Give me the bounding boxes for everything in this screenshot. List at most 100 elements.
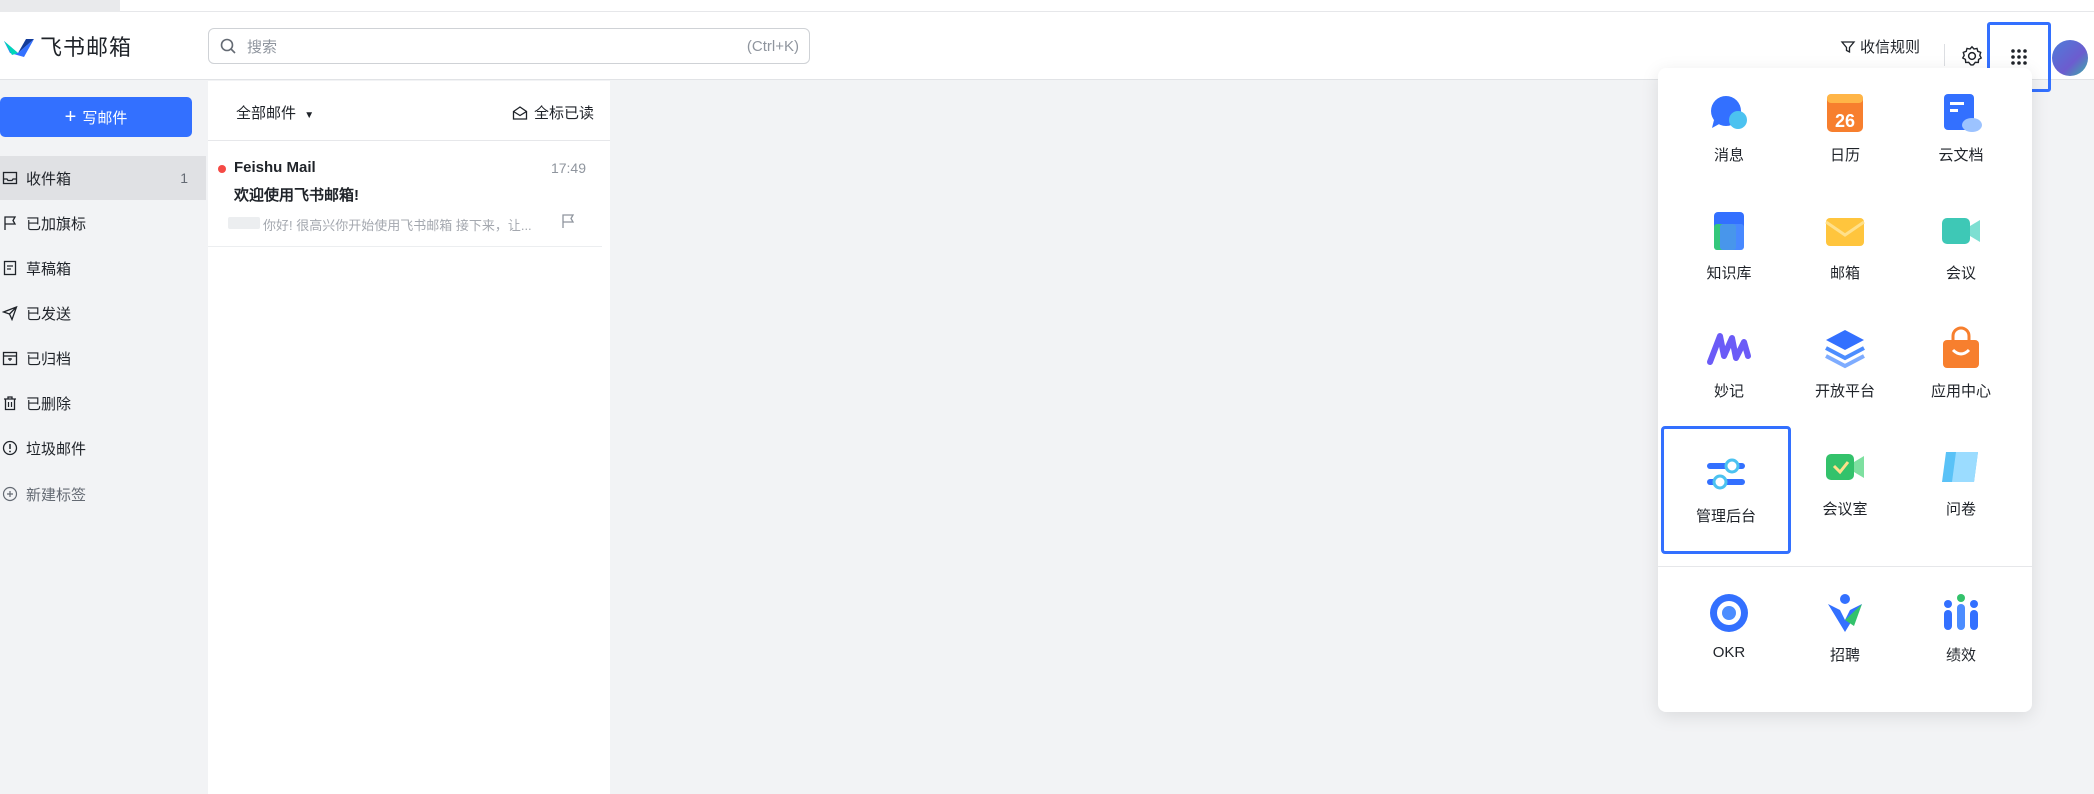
app-message[interactable]: 消息 (1671, 68, 1787, 186)
mail-rules-label: 收信规则 (1860, 39, 1921, 56)
top-strip-shade (0, 0, 120, 12)
app-label: 日历 (1829, 147, 1860, 164)
sidebar-item-label: 收件箱 (26, 170, 72, 188)
sidebar-item-inbox[interactable]: 收件箱 1 (0, 156, 206, 200)
sidebar-item-trash[interactable]: 已删除 (0, 381, 206, 425)
mark-all-read-button[interactable]: 全标已读 (512, 102, 594, 123)
sidebar-item-label: 已归档 (26, 350, 72, 368)
feishu-mail-logo-icon (4, 39, 34, 57)
compose-label: 写邮件 (82, 109, 128, 127)
draft-icon (0, 258, 20, 278)
hire-icon (1828, 594, 1862, 632)
app-mail[interactable]: 邮箱 (1787, 186, 1903, 304)
apps-grid-icon (2011, 49, 2027, 65)
app-minutes[interactable]: 妙记 (1671, 304, 1787, 422)
survey-icon (1942, 452, 1978, 482)
inbox-icon (0, 168, 20, 188)
search-input[interactable]: 搜索 (Ctrl+K) (208, 28, 810, 64)
flag-icon (0, 213, 20, 233)
mail-list-header: 全部邮件 ▼ 全标已读 (208, 81, 610, 141)
mail-time: 17:49 (550, 160, 586, 176)
apps-launcher-panel: 消息 26 日历 云文档 知识库 邮箱 会议 妙记 开放平台 应用中心 管理后台 (1658, 68, 2032, 712)
sidebar-item-label: 垃圾邮件 (26, 440, 87, 458)
sidebar-item-new-label[interactable]: 新建标签 (0, 472, 206, 516)
envelope-open-icon (512, 105, 528, 120)
wiki-icon (1714, 212, 1744, 250)
app-label: 妙记 (1713, 383, 1744, 400)
app-survey[interactable]: 问卷 (1903, 422, 2019, 540)
calendar-badge: 26 (1835, 111, 1855, 131)
user-avatar[interactable] (2052, 40, 2088, 76)
app-logo[interactable]: 飞书邮箱 (2, 30, 132, 62)
app-center[interactable]: 应用中心 (1903, 304, 2019, 422)
app-wiki[interactable]: 知识库 (1671, 186, 1787, 304)
app-hire[interactable]: 招聘 (1787, 568, 1903, 686)
mail-list-item[interactable]: Feishu Mail 17:49 欢迎使用飞书邮箱! 你好! 很高兴你开始使用… (208, 143, 602, 247)
search-placeholder: 搜索 (247, 38, 278, 56)
add-label-icon (0, 484, 20, 504)
caret-down-icon: ▼ (304, 110, 315, 121)
sidebar: + 写邮件 收件箱 1 已加旗标 草稿箱 已发送 已归档 已删除 垃圾邮件 新建… (0, 81, 208, 794)
app-docs[interactable]: 云文档 (1903, 68, 2019, 186)
spam-icon (0, 438, 20, 458)
flag-icon[interactable] (560, 213, 576, 229)
app-open-platform[interactable]: 开放平台 (1787, 304, 1903, 422)
sidebar-item-spam[interactable]: 垃圾邮件 (0, 426, 206, 470)
sidebar-item-flagged[interactable]: 已加旗标 (0, 201, 206, 245)
docs-icon (1944, 94, 1982, 132)
send-icon (0, 303, 20, 323)
app-admin[interactable]: 管理后台 (1661, 426, 1791, 554)
app-title: 飞书邮箱 (40, 35, 133, 60)
app-label: 应用中心 (1930, 383, 1991, 400)
sidebar-item-sent[interactable]: 已发送 (0, 291, 206, 335)
mail-filter-dropdown[interactable]: 全部邮件 ▼ (236, 102, 314, 123)
apps-divider (1658, 566, 2032, 567)
app-label: 会议 (1945, 265, 1976, 282)
mark-all-read-label: 全标已读 (533, 105, 594, 122)
message-icon (1711, 96, 1747, 129)
browser-top-strip (0, 0, 2094, 12)
mail-subject: 欢迎使用飞书邮箱! (234, 187, 359, 204)
okr-icon (1710, 594, 1748, 632)
app-label: 消息 (1713, 147, 1744, 164)
preview-avatar-placeholder (228, 217, 260, 229)
unread-count: 1 (180, 170, 188, 186)
app-label: 知识库 (1706, 265, 1752, 282)
meeting-icon (1942, 218, 1980, 244)
app-label: 云文档 (1938, 147, 1984, 164)
app-label: 管理后台 (1695, 508, 1756, 525)
open-platform-icon (1825, 330, 1865, 369)
mail-sender: Feishu Mail (234, 159, 316, 176)
plus-icon: + (64, 106, 77, 128)
app-okr[interactable]: OKR (1671, 568, 1787, 686)
performance-icon (1944, 594, 1978, 630)
app-label: 招聘 (1829, 647, 1860, 664)
mail-filter-label: 全部邮件 (236, 105, 297, 122)
app-label: 问卷 (1945, 501, 1976, 518)
gear-icon[interactable] (1960, 44, 1984, 68)
search-icon (220, 38, 236, 54)
sidebar-item-label: 已删除 (26, 395, 72, 413)
mail-preview: 你好! 很高兴你开始使用飞书邮箱 接下来，让... (263, 218, 532, 233)
app-calendar[interactable]: 26 日历 (1787, 68, 1903, 186)
sidebar-item-archive[interactable]: 已归档 (0, 336, 206, 380)
app-performance[interactable]: 绩效 (1903, 568, 2019, 686)
mail-list-panel: 全部邮件 ▼ 全标已读 Feishu Mail 17:49 欢迎使用飞书邮箱! … (208, 81, 610, 794)
compose-button[interactable]: + 写邮件 (0, 97, 192, 137)
app-meeting-room[interactable]: 会议室 (1787, 422, 1903, 540)
mail-rules-button[interactable]: 收信规则 (1840, 36, 1920, 57)
unread-dot (218, 165, 226, 173)
admin-icon (1707, 458, 1745, 490)
archive-icon (0, 348, 20, 368)
search-shortcut-hint: (Ctrl+K) (746, 37, 799, 55)
app-label: 绩效 (1945, 647, 1976, 664)
calendar-icon: 26 (1827, 94, 1863, 132)
minutes-icon (1707, 333, 1751, 365)
app-label: OKR (1712, 644, 1746, 661)
app-meeting[interactable]: 会议 (1903, 186, 2019, 304)
app-label: 开放平台 (1814, 383, 1875, 400)
mail-icon (1825, 218, 1865, 246)
app-label: 会议室 (1822, 501, 1868, 518)
sidebar-item-drafts[interactable]: 草稿箱 (0, 246, 206, 290)
trash-icon (0, 393, 20, 413)
